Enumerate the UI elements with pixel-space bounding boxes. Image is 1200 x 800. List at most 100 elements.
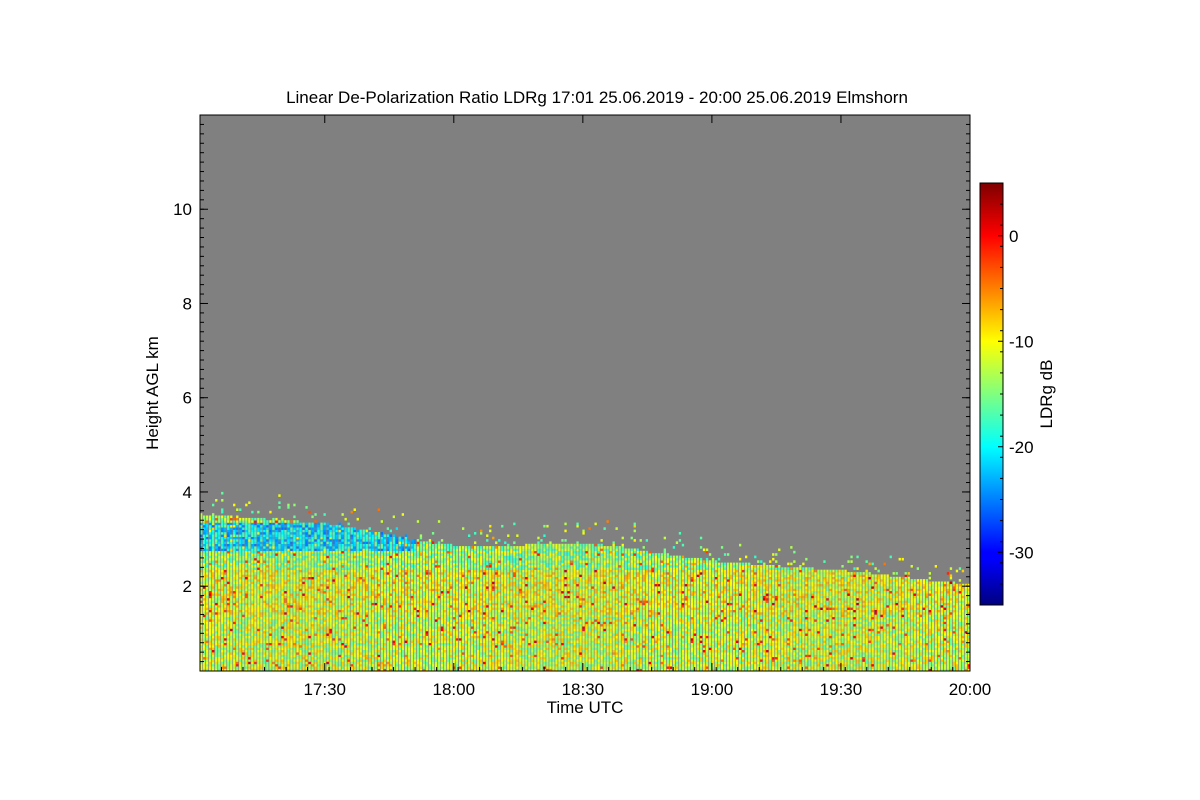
heatmap-cell (365, 581, 368, 585)
heatmap-cell (368, 581, 371, 585)
heatmap-cell (401, 602, 404, 606)
heatmap-cell (380, 623, 383, 627)
heatmap-cell (320, 557, 323, 561)
heatmap-cell (425, 666, 429, 669)
heatmap-cell (242, 562, 245, 566)
heatmap-cell (392, 649, 395, 653)
heatmap-cell (275, 574, 278, 577)
heatmap-cell (323, 638, 326, 641)
heatmap-cell (323, 588, 326, 592)
heatmap-cell (320, 619, 323, 622)
heatmap-cell (395, 659, 398, 662)
heatmap-cell (239, 661, 242, 665)
heatmap-cell (233, 605, 236, 608)
heatmap-cell (311, 534, 314, 537)
heatmap-cell (413, 659, 417, 662)
heatmap-cell (368, 576, 371, 580)
heatmap-cell (311, 586, 314, 589)
heatmap-cell (209, 614, 212, 618)
heatmap-cell (245, 619, 248, 622)
heatmap-cell (320, 546, 323, 549)
heatmap-cell (302, 565, 305, 568)
heatmap-cell (413, 645, 417, 648)
heatmap-cell (236, 605, 239, 608)
heatmap-cell (317, 527, 320, 530)
heatmap-cell (350, 652, 353, 655)
heatmap-cell (395, 654, 398, 658)
heatmap-cell (320, 598, 323, 601)
heatmap-cell (407, 649, 411, 653)
heatmap-cell (236, 548, 239, 552)
heatmap-cell (263, 543, 266, 547)
heatmap-cell (209, 562, 212, 566)
heatmap-cell (374, 581, 377, 585)
heatmap-cell (248, 541, 251, 544)
heatmap-cell (353, 543, 356, 547)
heatmap-cell (218, 619, 221, 622)
heatmap-cell (266, 546, 269, 549)
heatmap-cell (245, 609, 248, 613)
heatmap-cell (317, 572, 320, 575)
heatmap-cell (425, 612, 429, 615)
heatmap-cell (257, 626, 260, 629)
heatmap-cell (233, 576, 236, 580)
heatmap-cell (254, 652, 257, 655)
heatmap-cell (275, 645, 278, 648)
heatmap-cell (398, 645, 401, 648)
heatmap-cell (368, 527, 371, 530)
heatmap-cell (392, 565, 395, 568)
heatmap-cell (257, 567, 260, 570)
heatmap-cell (209, 600, 212, 603)
heatmap-cell (284, 524, 287, 528)
heatmap-cell (338, 572, 341, 575)
heatmap-cell (278, 550, 281, 554)
heatmap-cell (311, 553, 314, 556)
heatmap-cell (362, 642, 365, 646)
heatmap-cell (248, 532, 251, 535)
heatmap-cell (239, 529, 242, 533)
heatmap-cell (431, 649, 435, 653)
heatmap-cell (353, 666, 356, 669)
heatmap-cell (410, 550, 414, 554)
heatmap-cell (353, 541, 356, 544)
heatmap-cell (242, 543, 245, 547)
heatmap-cell (305, 541, 308, 544)
heatmap-cell (224, 607, 227, 610)
heatmap-cell (212, 609, 215, 613)
heatmap-cell (233, 529, 236, 533)
heatmap-cell (254, 527, 257, 530)
heatmap-cell (296, 534, 299, 537)
heatmap-cell (299, 565, 302, 568)
heatmap-cell (236, 574, 239, 577)
heatmap-cell (290, 661, 293, 665)
heatmap-cell (320, 593, 323, 596)
heatmap-cell (314, 579, 317, 582)
heatmap-cell (338, 600, 341, 603)
heatmap-cell (296, 583, 299, 587)
heatmap-cell (410, 588, 414, 592)
heatmap-cell (242, 567, 245, 570)
heatmap-cell (275, 541, 278, 544)
heatmap-cell (380, 576, 383, 580)
heatmap-cell (371, 539, 374, 542)
heatmap-cell (215, 548, 218, 552)
heatmap-cell (362, 621, 365, 625)
heatmap-cell (293, 628, 296, 632)
heatmap-cell (290, 583, 293, 587)
heatmap-cell (290, 565, 293, 568)
heatmap-cell (212, 630, 215, 634)
heatmap-cell (341, 635, 344, 639)
heatmap-cell (215, 574, 218, 577)
heatmap-cell (269, 590, 272, 594)
heatmap-cell (266, 602, 269, 606)
heatmap-cell (296, 633, 299, 636)
heatmap-cell (338, 630, 341, 634)
heatmap-cell (221, 539, 224, 542)
heatmap-cell (332, 553, 335, 556)
heatmap-cell (278, 534, 281, 537)
heatmap-cell (359, 593, 362, 596)
heatmap-cell (353, 619, 356, 622)
heatmap-cell (206, 567, 209, 570)
heatmap-cell (230, 623, 233, 627)
heatmap-cell (422, 609, 426, 613)
